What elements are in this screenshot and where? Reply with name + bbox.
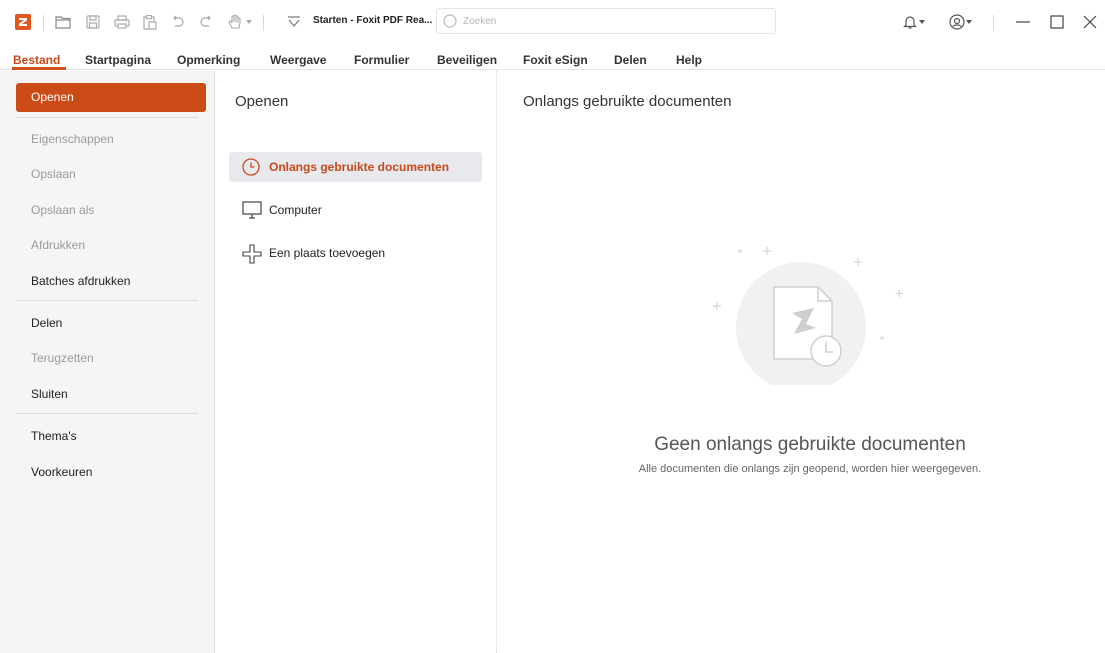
- chevron-down-icon[interactable]: [243, 12, 255, 32]
- print-icon[interactable]: [112, 12, 132, 32]
- sidebar-item-opslaan-als[interactable]: Opslaan als: [31, 203, 94, 217]
- maximize-icon[interactable]: [1047, 12, 1067, 32]
- sidebar-divider: [16, 117, 198, 118]
- sidebar-divider: [16, 413, 198, 414]
- sidebar-item-afdrukken[interactable]: Afdrukken: [31, 238, 85, 252]
- menu-help[interactable]: Help: [676, 53, 702, 67]
- sidebar-item-delen[interactable]: Delen: [31, 316, 62, 330]
- sidebar-item-themas[interactable]: Thema's: [31, 429, 77, 443]
- minimize-icon[interactable]: [1013, 12, 1033, 32]
- toolbar-separator: [263, 15, 264, 31]
- option-computer[interactable]: Computer: [229, 195, 482, 225]
- title-bar: Starten - Foxit PDF Rea...: [0, 0, 1105, 44]
- sidebar-item-eigenschappen[interactable]: Eigenschappen: [31, 132, 114, 146]
- search-box[interactable]: [436, 8, 776, 34]
- open-panel-title: Openen: [235, 93, 289, 110]
- sidebar-item-terugzetten[interactable]: Terugzetten: [31, 351, 94, 365]
- menu-weergave[interactable]: Weergave: [270, 53, 326, 67]
- sidebar-item-batches-afdrukken[interactable]: Batches afdrukken: [31, 274, 130, 288]
- panel-divider: [496, 71, 497, 653]
- add-place-icon: [242, 244, 262, 269]
- chevron-down-icon[interactable]: [915, 12, 929, 32]
- menu-startpagina[interactable]: Startpagina: [85, 53, 151, 67]
- file-sidebar: Openen Eigenschappen Opslaan Opslaan als…: [0, 71, 215, 653]
- menu-opmerking[interactable]: Opmerking: [177, 53, 240, 67]
- sidebar-item-sluiten[interactable]: Sluiten: [31, 387, 68, 401]
- clock-icon: [242, 158, 260, 181]
- monitor-icon: [242, 201, 262, 224]
- option-label: Computer: [269, 203, 322, 217]
- hand-tool-icon[interactable]: [225, 12, 245, 32]
- sidebar-item-voorkeuren[interactable]: Voorkeuren: [31, 465, 92, 479]
- foxit-logo-icon: [15, 14, 31, 30]
- redo-icon[interactable]: [196, 12, 216, 32]
- empty-state-title: Geen onlangs gebruikte documenten: [654, 434, 966, 455]
- toolbar-separator: [43, 15, 44, 31]
- close-icon[interactable]: [1080, 12, 1100, 32]
- option-recent-documents[interactable]: Onlangs gebruikte documenten: [229, 152, 482, 182]
- sidebar-item-opslaan[interactable]: Opslaan: [31, 167, 76, 181]
- menu-delen[interactable]: Delen: [614, 53, 647, 67]
- document-title: Starten - Foxit PDF Rea...: [313, 15, 433, 26]
- empty-state-illustration: [700, 235, 920, 392]
- save-icon[interactable]: [83, 12, 103, 32]
- menu-foxit-esign[interactable]: Foxit eSign: [523, 53, 588, 67]
- option-label: Een plaats toevoegen: [269, 246, 386, 260]
- undo-icon[interactable]: [168, 12, 188, 32]
- open-button[interactable]: Openen: [16, 83, 206, 112]
- search-input[interactable]: [463, 13, 763, 29]
- open-folder-icon[interactable]: [53, 12, 73, 32]
- option-add-place[interactable]: Een plaats toevoegen: [229, 238, 482, 268]
- option-label: Onlangs gebruikte documenten: [269, 160, 450, 174]
- search-icon: [443, 14, 457, 33]
- toolbar-separator: [993, 15, 994, 31]
- sidebar-divider: [16, 300, 198, 301]
- menu-bestand[interactable]: Bestand: [13, 53, 60, 67]
- empty-state-subtitle: Alle documenten die onlangs zijn geopend…: [638, 463, 982, 475]
- active-tab-indicator: [12, 67, 66, 70]
- recent-panel-title: Onlangs gebruikte documenten: [523, 93, 732, 110]
- customize-toolbar-icon[interactable]: [284, 12, 304, 32]
- chevron-down-icon[interactable]: [962, 12, 976, 32]
- clipboard-icon[interactable]: [140, 12, 160, 32]
- menu-bar: Bestand Startpagina Opmerking Weergave F…: [0, 48, 1105, 70]
- menu-beveiligen[interactable]: Beveiligen: [437, 53, 497, 67]
- menu-formulier[interactable]: Formulier: [354, 53, 409, 67]
